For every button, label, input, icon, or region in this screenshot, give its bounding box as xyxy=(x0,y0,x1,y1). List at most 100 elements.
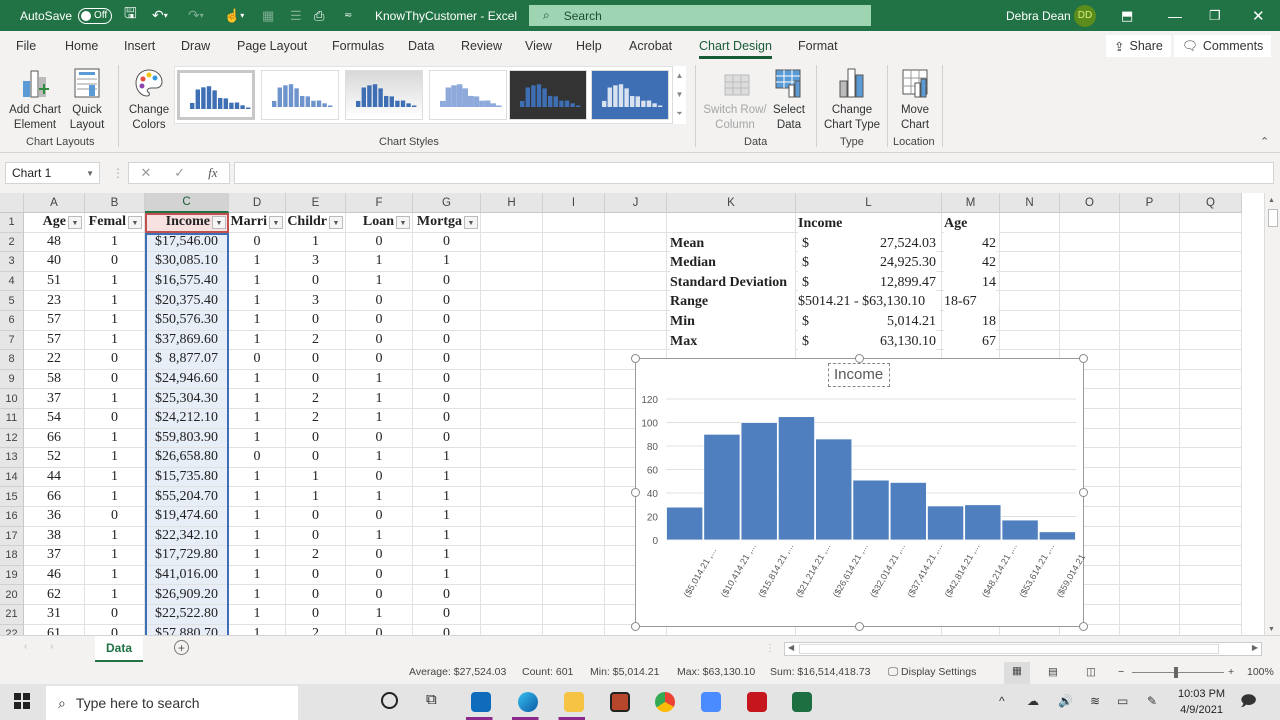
cell[interactable] xyxy=(605,213,667,233)
table-cell[interactable]: 0 xyxy=(286,448,346,468)
switch-row-column-button[interactable]: Switch Row/ Column xyxy=(700,67,770,133)
tab-data[interactable]: Data xyxy=(408,31,434,61)
presentation-app-icon[interactable] xyxy=(610,692,630,712)
table-cell[interactable]: 54 xyxy=(24,409,85,429)
table-cell[interactable]: 40 xyxy=(24,252,85,272)
table-cell[interactable]: 46 xyxy=(24,565,85,586)
table-cell[interactable]: 0 xyxy=(413,624,481,635)
table-cell[interactable]: 0 xyxy=(346,428,413,449)
column-header-l[interactable]: L xyxy=(796,193,942,213)
cell[interactable] xyxy=(481,448,543,468)
table-cell[interactable]: 0 xyxy=(286,369,346,390)
table-cell[interactable]: 1 xyxy=(229,330,286,351)
cell[interactable] xyxy=(481,369,543,390)
table-cell[interactable]: 1 xyxy=(346,448,413,468)
gallery-up-icon[interactable]: ▲ xyxy=(676,71,684,80)
resize-handle-br[interactable] xyxy=(1079,622,1088,631)
table-cell[interactable]: 0 xyxy=(413,271,481,292)
table-cell[interactable]: 1 xyxy=(85,389,145,409)
gallery-scroll[interactable]: ▲ ▼ ⏷ xyxy=(672,66,686,124)
table-cell[interactable]: 1 xyxy=(286,232,346,253)
minimize-icon[interactable]: — xyxy=(1168,0,1182,31)
display-settings-button[interactable]: 🖵 Display Settings xyxy=(888,666,976,679)
cell[interactable] xyxy=(1000,271,1060,292)
column-header-a[interactable]: A xyxy=(24,193,85,213)
cell[interactable] xyxy=(1120,330,1180,351)
cell[interactable] xyxy=(1180,507,1242,527)
customize-qat-icon[interactable]: ≂ xyxy=(344,0,352,31)
table-cell[interactable]: 3 xyxy=(286,252,346,272)
chart-style-2[interactable] xyxy=(261,70,339,120)
table-header[interactable]: Mortga ▼ xyxy=(413,213,481,233)
row-header[interactable]: 21 xyxy=(0,605,24,625)
cell[interactable] xyxy=(481,271,543,292)
cell[interactable] xyxy=(481,409,543,429)
table-cell[interactable]: 0 xyxy=(413,291,481,311)
filter-dropdown-icon[interactable]: ▼ xyxy=(396,216,410,229)
table-cell[interactable]: 61 xyxy=(24,624,85,635)
cell[interactable] xyxy=(543,467,605,488)
cell[interactable] xyxy=(481,330,543,351)
table-cell[interactable]: 62 xyxy=(24,585,85,605)
table-cell[interactable]: 0 xyxy=(286,428,346,449)
zoom-out-icon[interactable]: − xyxy=(1118,666,1124,678)
cell[interactable] xyxy=(481,526,543,547)
cell[interactable] xyxy=(1000,291,1060,311)
cell[interactable] xyxy=(543,409,605,429)
table-cell[interactable]: $37,869.60 xyxy=(145,330,229,351)
table-header[interactable]: Femal ▼ xyxy=(85,213,145,233)
onedrive-icon[interactable]: ☁ xyxy=(1027,694,1039,708)
cell[interactable] xyxy=(1000,252,1060,272)
column-header-h[interactable]: H xyxy=(481,193,543,213)
cell[interactable] xyxy=(1120,448,1180,468)
tab-insert[interactable]: Insert xyxy=(124,31,155,61)
battery-icon[interactable]: ▭ xyxy=(1117,694,1128,708)
table-cell[interactable]: 2 xyxy=(286,546,346,566)
zoom-slider[interactable] xyxy=(1132,672,1224,673)
cell[interactable] xyxy=(1180,330,1242,351)
cell[interactable] xyxy=(543,232,605,253)
table-cell[interactable]: 0 xyxy=(413,389,481,409)
cell[interactable] xyxy=(1120,507,1180,527)
row-header[interactable]: 19 xyxy=(0,565,24,586)
page-layout-view-icon[interactable]: ▤ xyxy=(1048,666,1058,678)
table-header[interactable]: Marri ▼ xyxy=(229,213,286,233)
table-cell[interactable]: 2 xyxy=(286,330,346,351)
clock[interactable]: 10:03 PM 4/9/2021 xyxy=(1178,686,1225,718)
column-header-k[interactable]: K xyxy=(667,193,796,213)
cell[interactable] xyxy=(1180,232,1242,253)
cell[interactable] xyxy=(605,271,667,292)
row-header[interactable]: 10 xyxy=(0,389,24,409)
cell[interactable] xyxy=(1180,565,1242,586)
prev-sheet-icon[interactable]: ‹ xyxy=(24,641,27,652)
notifications-icon[interactable]: 🗩 xyxy=(1240,691,1257,716)
row-header[interactable]: 7 xyxy=(0,330,24,351)
scroll-thumb[interactable] xyxy=(1268,209,1278,227)
cell[interactable] xyxy=(1120,350,1180,370)
table-header[interactable]: Age ▼ xyxy=(24,213,85,233)
autosave-toggle[interactable]: Off xyxy=(78,7,113,24)
filter-dropdown-icon[interactable]: ▼ xyxy=(212,216,226,229)
table-cell[interactable]: 1 xyxy=(413,526,481,547)
resize-handle-tr[interactable] xyxy=(1079,354,1088,363)
table-cell[interactable]: 0 xyxy=(286,507,346,527)
cell[interactable] xyxy=(1120,428,1180,449)
cell[interactable] xyxy=(481,232,543,253)
cell[interactable] xyxy=(1120,546,1180,566)
cell[interactable] xyxy=(1180,526,1242,547)
table-cell[interactable]: 1 xyxy=(346,526,413,547)
format-icon[interactable]: ▦ xyxy=(262,0,274,31)
table-cell[interactable]: 22 xyxy=(24,350,85,370)
tab-chart-design[interactable]: Chart Design xyxy=(699,31,772,61)
column-header-f[interactable]: F xyxy=(346,193,413,213)
table-cell[interactable]: 1 xyxy=(413,487,481,507)
cell[interactable] xyxy=(1180,409,1242,429)
table-cell[interactable]: 51 xyxy=(24,271,85,292)
table-cell[interactable]: 0 xyxy=(413,311,481,331)
table-cell[interactable]: 0 xyxy=(85,409,145,429)
table-cell[interactable]: 1 xyxy=(346,389,413,409)
cell[interactable] xyxy=(1180,252,1242,272)
cell[interactable] xyxy=(543,585,605,605)
scroll-up-icon[interactable]: ▲ xyxy=(1268,197,1275,204)
cell[interactable] xyxy=(543,565,605,586)
